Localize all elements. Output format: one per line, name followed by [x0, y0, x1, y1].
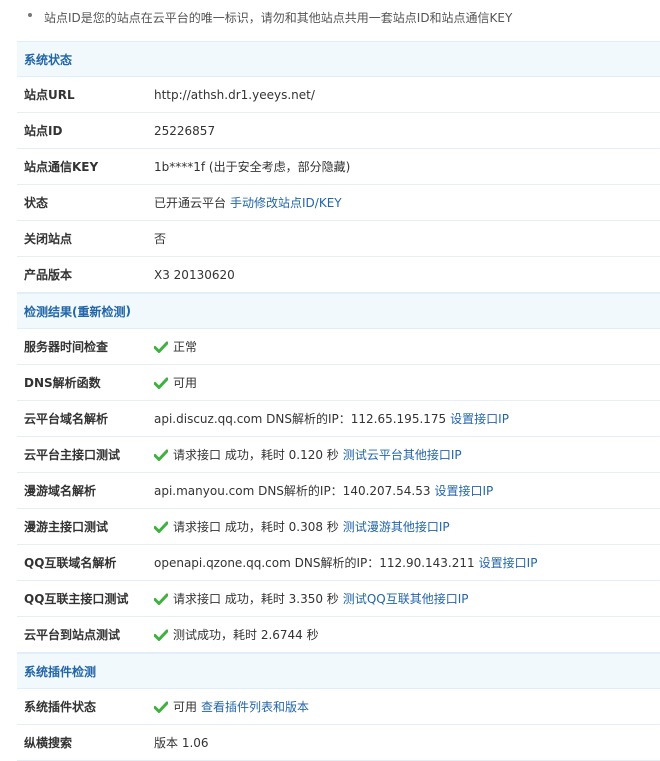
row-value: 请求接口 成功，耗时 0.120 秒: [173, 448, 339, 462]
row-site-id: 站点ID 25226857: [17, 113, 660, 149]
row-value: 请求接口 成功，耗时 0.308 秒: [173, 520, 339, 534]
row-manyou-api: 漫游主接口测试 请求接口 成功，耗时 0.308 秒 测试漫游其他接口IP: [17, 509, 660, 545]
section-title-prefix: 检测结果(: [24, 304, 78, 319]
row-manyou-dns: 漫游域名解析 api.manyou.com DNS解析的IP：140.207.5…: [17, 473, 660, 509]
top-note-text: 站点ID是您的站点在云平台的唯一标识，请勿和其他站点共用一套站点ID和站点通信K…: [44, 11, 513, 25]
bullet-dot: [28, 13, 32, 17]
edit-site-id-key-link[interactable]: 手动修改站点ID/KEY: [230, 194, 342, 211]
row-status: 状态 已开通云平台 手动修改站点ID/KEY: [17, 185, 660, 221]
row-value: api.manyou.com DNS解析的IP：140.207.54.53: [154, 484, 431, 498]
row-value: openapi.qzone.qq.com DNS解析的IP：112.90.143…: [154, 556, 475, 570]
row-value: 可用: [173, 376, 198, 390]
row-label: 云平台域名解析: [24, 412, 109, 426]
row-dns-function: DNS解析函数 可用: [17, 365, 660, 401]
row-value: http://athsh.dr1.yeeys.net/: [154, 87, 315, 102]
row-label: 云平台主接口测试: [24, 448, 121, 462]
check-icon: [154, 629, 168, 641]
set-manyou-ip-link[interactable]: 设置接口IP: [434, 482, 493, 499]
section-header-plugins: 系统插件检测: [17, 653, 660, 689]
row-value: 1b****1f (出于安全考虑，部分隐藏): [154, 160, 351, 174]
row-value: 版本 1.06: [154, 736, 209, 750]
check-icon: [154, 701, 168, 713]
row-label: 系统插件状态: [24, 700, 97, 714]
check-icon: [154, 521, 168, 533]
row-site-url: 站点URL http://athsh.dr1.yeeys.net/: [17, 77, 660, 113]
row-value: 测试成功，耗时 2.6744 秒: [173, 628, 319, 642]
top-note: 站点ID是您的站点在云平台的唯一标识，请勿和其他站点共用一套站点ID和站点通信K…: [0, 0, 660, 34]
row-label: 服务器时间检查: [24, 340, 109, 354]
row-label: DNS解析函数: [24, 376, 101, 390]
row-label: 漫游域名解析: [24, 484, 97, 498]
row-product-version: 产品版本 X3 20130620: [17, 257, 660, 293]
test-qq-other-ip-link[interactable]: 测试QQ互联其他接口IP: [343, 590, 469, 607]
test-manyou-other-ip-link[interactable]: 测试漫游其他接口IP: [343, 518, 450, 535]
row-plugin-status: 系统插件状态 可用 查看插件列表和版本: [17, 689, 660, 725]
row-label: 站点通信KEY: [24, 160, 99, 174]
row-value: 已开通云平台: [154, 196, 227, 210]
row-value: X3 20130620: [154, 267, 235, 282]
row-label: 纵横搜索: [24, 736, 73, 750]
check-icon: [154, 593, 168, 605]
section-title: 系统插件检测: [24, 664, 97, 679]
row-label: 产品版本: [24, 268, 73, 282]
cloud-diagnostics-table: 系统状态 站点URL http://athsh.dr1.yeeys.net/ 站…: [17, 41, 660, 761]
check-icon: [154, 341, 168, 353]
section-header-detect: 检测结果(重新检测): [17, 293, 660, 329]
row-site-key: 站点通信KEY 1b****1f (出于安全考虑，部分隐藏): [17, 149, 660, 185]
check-icon: [154, 449, 168, 461]
row-label: QQ互联域名解析: [24, 556, 117, 570]
row-label: 状态: [24, 196, 49, 210]
check-icon: [154, 377, 168, 389]
row-value: 25226857: [154, 123, 216, 138]
row-value: 请求接口 成功，耗时 3.350 秒: [173, 592, 339, 606]
section-title: 系统状态: [24, 52, 73, 67]
test-cloud-other-ip-link[interactable]: 测试云平台其他接口IP: [343, 446, 462, 463]
row-qq-dns: QQ互联域名解析 openapi.qzone.qq.com DNS解析的IP：1…: [17, 545, 660, 581]
row-label: 云平台到站点测试: [24, 628, 121, 642]
row-value: 否: [154, 232, 167, 246]
row-value: 可用: [173, 700, 198, 714]
row-label: QQ互联主接口测试: [24, 592, 129, 606]
set-cloud-ip-link[interactable]: 设置接口IP: [450, 410, 509, 427]
row-server-time: 服务器时间检查 正常: [17, 329, 660, 365]
row-site-closed: 关闭站点 否: [17, 221, 660, 257]
set-qq-ip-link[interactable]: 设置接口IP: [479, 554, 538, 571]
row-qq-api: QQ互联主接口测试 请求接口 成功，耗时 3.350 秒 测试QQ互联其他接口I…: [17, 581, 660, 617]
row-label: 关闭站点: [24, 232, 73, 246]
section-title-suffix: ): [125, 304, 131, 318]
row-value: 正常: [173, 340, 198, 354]
row-cloud-dns: 云平台域名解析 api.discuz.qq.com DNS解析的IP：112.6…: [17, 401, 660, 437]
row-label: 漫游主接口测试: [24, 520, 109, 534]
row-label: 站点ID: [24, 124, 63, 138]
section-header-system-status: 系统状态: [17, 41, 660, 77]
recheck-link[interactable]: 重新检测: [78, 303, 126, 320]
row-cloud-to-site: 云平台到站点测试 测试成功，耗时 2.6744 秒: [17, 617, 660, 653]
row-cloud-api: 云平台主接口测试 请求接口 成功，耗时 0.120 秒 测试云平台其他接口IP: [17, 437, 660, 473]
view-plugin-list-link[interactable]: 查看插件列表和版本: [201, 698, 309, 715]
row-search-plugin: 纵横搜索 版本 1.06: [17, 725, 660, 761]
row-label: 站点URL: [24, 88, 75, 102]
row-value: api.discuz.qq.com DNS解析的IP：112.65.195.17…: [154, 412, 447, 426]
